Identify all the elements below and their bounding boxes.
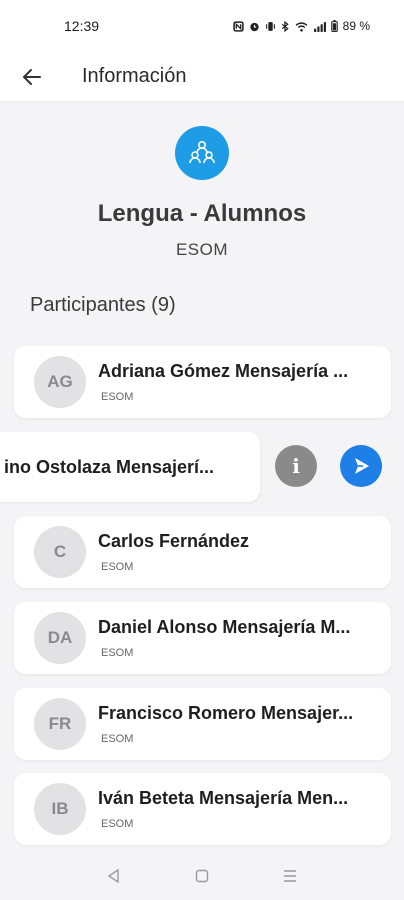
system-nav-bar <box>0 852 404 900</box>
participant-org: ESOM <box>101 391 134 403</box>
avatar: FR <box>34 698 86 750</box>
info-button[interactable]: i <box>275 445 317 487</box>
participant-name: ino Ostolaza Mensajerí... <box>4 456 215 477</box>
nav-menu-icon[interactable] <box>282 868 298 884</box>
status-bar: 12:39 89 % <box>0 0 404 52</box>
page-title: Información <box>82 65 187 87</box>
battery-icon <box>330 20 338 32</box>
avatar: C <box>34 526 86 578</box>
participant-name: Adriana Gómez Mensajería ... <box>98 361 349 381</box>
participant-name: Francisco Romero Mensajer... <box>98 703 354 723</box>
group-name: Lengua - Alumnos <box>97 200 307 227</box>
participant-org: ESOM <box>101 818 134 830</box>
participant-card[interactable]: AG Adriana Gómez Mensajería ... ESOM <box>14 346 391 418</box>
group-avatar <box>175 126 229 180</box>
status-icons: 89 % <box>232 19 370 33</box>
participant-card-swiped[interactable]: ino Ostolaza Mensajerí... <box>0 432 260 502</box>
avatar: DA <box>34 612 86 664</box>
signal-icon <box>313 21 326 32</box>
participant-org: ESOM <box>101 647 134 659</box>
avatar: IB <box>34 783 86 835</box>
vibrate-icon <box>265 21 275 31</box>
nav-back-icon[interactable] <box>106 868 122 884</box>
app-bar: Información <box>0 52 404 102</box>
alarm-icon <box>249 22 259 31</box>
send-icon <box>355 458 369 474</box>
arrow-left-icon <box>23 68 41 85</box>
group-org: ESOM <box>175 240 229 259</box>
participant-card[interactable]: C Carlos Fernández ESOM <box>14 516 391 588</box>
group-people-icon <box>189 140 215 164</box>
back-button[interactable] <box>0 52 64 102</box>
participant-org: ESOM <box>101 733 134 745</box>
participant-card[interactable]: IB Iván Beteta Mensajería Men... ESOM <box>14 773 391 845</box>
participant-card[interactable]: DA Daniel Alonso Mensajería M... ESOM <box>14 602 391 674</box>
participants-title: Participantes (9) <box>30 294 176 316</box>
info-icon: i <box>292 454 300 478</box>
battery-percent: 89 % <box>342 19 370 33</box>
status-time: 12:39 <box>64 18 100 34</box>
participant-card[interactable]: FR Francisco Romero Mensajer... ESOM <box>14 688 391 760</box>
avatar: AG <box>34 356 86 408</box>
send-message-button[interactable] <box>340 445 382 487</box>
nav-home-icon[interactable] <box>194 868 210 884</box>
participant-org: ESOM <box>101 561 134 573</box>
participant-name: Iván Beteta Mensajería Men... <box>98 788 349 808</box>
participant-name: Daniel Alonso Mensajería M... <box>98 617 351 637</box>
participant-name: Carlos Fernández <box>98 531 250 551</box>
wifi-icon <box>295 21 308 32</box>
nfc-icon <box>232 20 244 32</box>
bluetooth-icon <box>281 20 289 32</box>
group-header: Lengua - Alumnos ESOM <box>0 126 404 260</box>
